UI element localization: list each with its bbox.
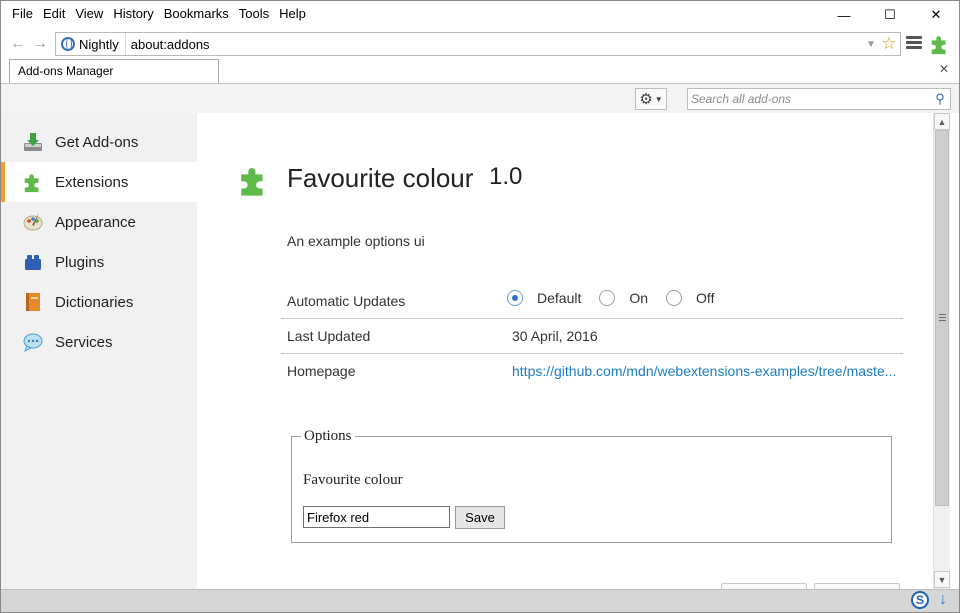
homepage-row: Homepage https://github.com/mdn/webexten… (281, 354, 903, 389)
sidebar-item-dictionaries[interactable]: Dictionaries (1, 282, 197, 322)
close-button[interactable]: ✕ (913, 1, 959, 29)
menu-file[interactable]: File (7, 5, 38, 22)
book-icon (21, 290, 45, 314)
save-button[interactable]: Save (455, 506, 505, 529)
row-label: Homepage (287, 363, 356, 379)
gear-menu-button[interactable]: ⚙ ▼ (635, 88, 667, 110)
gear-icon: ⚙ (639, 91, 653, 108)
grip-icon (939, 314, 946, 323)
radio-label-default: Default (537, 290, 582, 306)
download-arrow-icon[interactable]: ↓ (935, 591, 951, 611)
puzzle-icon[interactable] (929, 33, 951, 58)
vertical-scrollbar[interactable]: ▲ ▼ (933, 113, 950, 589)
puzzle-icon (237, 163, 271, 200)
radio-default[interactable] (507, 290, 523, 306)
plugin-block-icon (21, 250, 45, 274)
sidebar-item-get-addons[interactable]: Get Add-ons (1, 122, 197, 162)
menu-bar: File Edit View History Bookmarks Tools H… (1, 1, 959, 29)
navigation-bar: ← → Nightly about:addons ▼ ☆ (1, 29, 959, 59)
search-input[interactable] (688, 92, 930, 106)
maximize-button[interactable]: ☐ (867, 1, 913, 29)
updates-radio-group: Default On Off (507, 290, 732, 306)
automatic-updates-row: Automatic Updates Default On Off (281, 284, 903, 319)
s-badge-icon[interactable]: S (911, 591, 929, 609)
radio-label-on: On (629, 290, 649, 306)
site-identity[interactable]: Nightly (56, 33, 126, 55)
favourite-colour-input[interactable] (303, 506, 450, 528)
close-icon[interactable]: ✕ (939, 62, 949, 76)
search-box: ⚲ (687, 88, 951, 110)
addon-name: Favourite colour (287, 163, 474, 193)
url-text[interactable]: about:addons (126, 37, 864, 52)
url-bar[interactable]: Nightly about:addons ▼ ☆ (55, 32, 901, 56)
options-legend: Options (301, 428, 355, 445)
caret-down-icon: ▼ (654, 94, 663, 104)
row-label: Automatic Updates (287, 293, 406, 309)
menu-tools[interactable]: Tools (234, 5, 274, 22)
scroll-thumb[interactable] (935, 130, 949, 506)
chat-bubble-icon (21, 330, 45, 354)
chevron-up-icon[interactable]: ▲ (934, 113, 950, 130)
options-fieldset: Options Favourite colour Save (291, 428, 892, 543)
radio-off[interactable] (666, 290, 683, 306)
addon-version: 1.0 (489, 163, 523, 190)
menu-edit[interactable]: Edit (38, 5, 70, 22)
category-sidebar: Get Add-ons Extensions Appearance Plugin… (1, 113, 197, 589)
last-updated-row: Last Updated 30 April, 2016 (281, 319, 903, 354)
menu-bookmarks[interactable]: Bookmarks (159, 5, 234, 22)
row-label: Last Updated (287, 328, 371, 344)
star-icon[interactable]: ☆ (878, 34, 900, 54)
hamburger-menu-icon[interactable] (906, 36, 922, 50)
status-bar: S ↓ (1, 589, 959, 612)
radio-label-off: Off (696, 290, 715, 306)
search-icon[interactable]: ⚲ (930, 91, 950, 107)
menu-view[interactable]: View (70, 5, 108, 22)
menu-history[interactable]: History (108, 5, 158, 22)
sidebar-item-services[interactable]: Services (1, 322, 197, 362)
menu-help[interactable]: Help (274, 5, 311, 22)
sidebar-item-label: Appearance (55, 213, 136, 231)
sidebar-item-label: Get Add-ons (55, 133, 139, 151)
browser-window: File Edit View History Bookmarks Tools H… (0, 0, 960, 613)
sidebar-item-plugins[interactable]: Plugins (1, 242, 197, 282)
sidebar-item-extensions[interactable]: Extensions (1, 162, 197, 202)
sidebar-item-label: Dictionaries (55, 293, 134, 311)
minimize-button[interactable]: — (821, 1, 867, 29)
chevron-down-icon[interactable]: ▼ (934, 571, 950, 588)
addon-description: An example options ui (287, 233, 425, 249)
download-icon (21, 130, 45, 154)
arrow-right-icon[interactable]: → (31, 35, 49, 53)
tab-addons-manager[interactable]: Add-ons Manager (9, 59, 219, 83)
sidebar-item-label: Extensions (55, 173, 129, 191)
tab-strip: Add-ons Manager ✕ (1, 59, 959, 83)
sidebar-item-appearance[interactable]: Appearance (1, 202, 197, 242)
palette-icon (21, 210, 45, 234)
homepage-link[interactable]: https://github.com/mdn/webextensions-exa… (512, 363, 900, 379)
window-controls: — ☐ ✕ (821, 1, 959, 29)
puzzle-icon (21, 170, 45, 194)
menu-items: File Edit View History Bookmarks Tools H… (7, 5, 311, 22)
addons-toolbar: ⚙▼ ⚲ (1, 83, 959, 113)
arrow-left-icon[interactable]: ← (9, 35, 27, 53)
identity-label: Nightly (79, 36, 119, 52)
sidebar-item-label: Plugins (55, 253, 105, 271)
dropdown-triangle-icon[interactable]: ▼ (864, 39, 878, 50)
radio-on[interactable] (599, 290, 616, 306)
favourite-colour-label: Favourite colour (303, 472, 403, 488)
addon-detail-view: Favourite colour 1.0 An example options … (197, 113, 933, 589)
sidebar-item-label: Services (55, 333, 113, 351)
last-updated-value: 30 April, 2016 (512, 328, 598, 344)
globe-icon (61, 37, 75, 51)
